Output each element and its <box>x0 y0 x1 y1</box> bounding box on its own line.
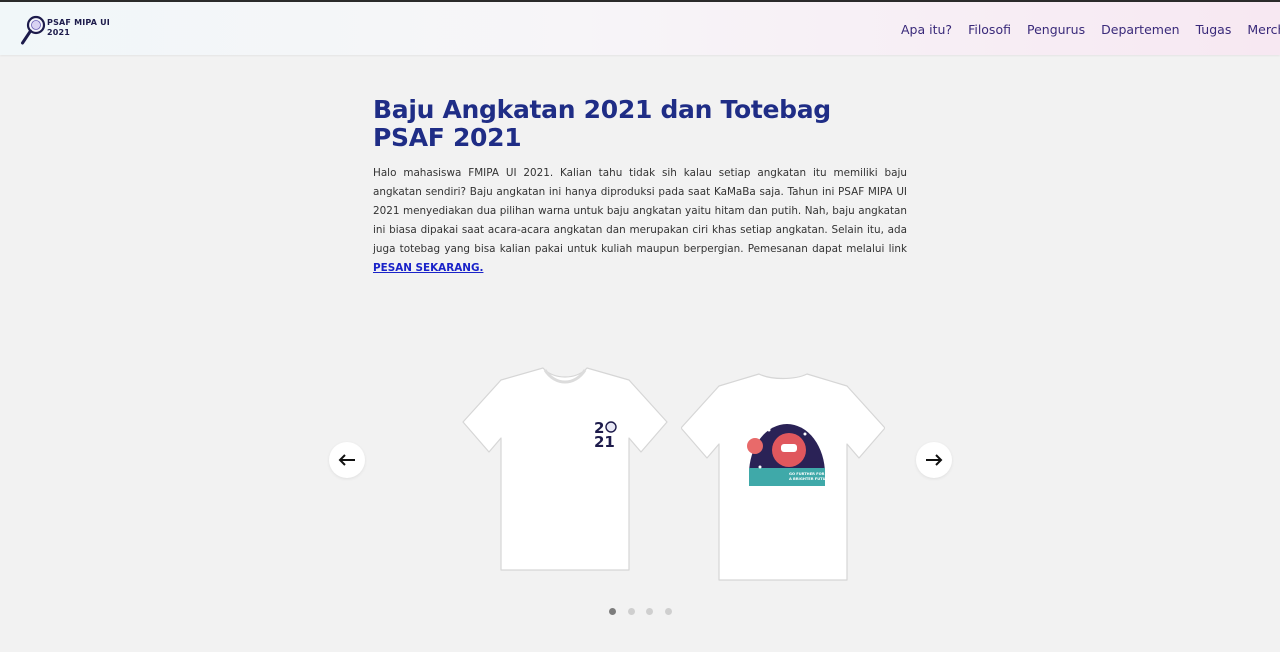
magnifier-logo-icon <box>21 15 46 45</box>
arrow-right-icon <box>926 454 943 466</box>
nav-tugas[interactable]: Tugas <box>1196 22 1232 37</box>
tshirt-front-image: 2 21 <box>462 367 668 571</box>
nav-filosofi[interactable]: Filosofi <box>968 22 1011 37</box>
front-print-bottom: 21 <box>594 433 615 451</box>
carousel-dot[interactable] <box>609 608 616 615</box>
carousel-dot[interactable] <box>664 608 672 615</box>
nav-pengurus[interactable]: Pengurus <box>1027 22 1085 37</box>
description-text: Halo mahasiswa FMIPA UI 2021. Kalian tah… <box>373 167 907 255</box>
nav-merch[interactable]: Merch <box>1247 22 1280 37</box>
brand-name: PSAF MIPA UI 2021 <box>47 18 110 38</box>
brand-name-line2: 2021 <box>47 28 71 37</box>
carousel-prev-button[interactable] <box>329 442 365 478</box>
navbar: PSAF MIPA UI 2021 Apa itu? Filosofi Pengur… <box>0 2 1280 55</box>
carousel-next-button[interactable] <box>916 442 952 478</box>
brand-logo[interactable]: PSAF MIPA UI 2021 <box>20 14 130 46</box>
nav-apa-itu[interactable]: Apa itu? <box>901 22 952 37</box>
product-carousel: 2 21 GO FURTHER FOR A BRIGHTER FUTURE <box>329 360 952 581</box>
tshirt-back-image: GO FURTHER FOR A BRIGHTER FUTURE <box>681 373 885 581</box>
back-print-line2: A BRIGHTER FUTURE <box>789 477 831 481</box>
carousel-indicators <box>609 602 683 615</box>
merch-section: Baju Angkatan 2021 dan Totebag PSAF 2021… <box>373 96 907 278</box>
carousel-dot[interactable] <box>646 608 653 615</box>
carousel-dot[interactable] <box>627 608 635 615</box>
merch-description: Halo mahasiswa FMIPA UI 2021. Kalian tah… <box>373 164 907 278</box>
brand-name-line1: PSAF MIPA UI <box>47 18 110 27</box>
nav-departemen[interactable]: Departemen <box>1101 22 1179 37</box>
order-now-link[interactable]: PESAN SEKARANG. <box>373 262 483 274</box>
back-print-line1: GO FURTHER FOR <box>789 472 825 476</box>
main-nav: Apa itu? Filosofi Pengurus Departemen Tugas M… <box>901 21 1280 39</box>
arrow-left-icon <box>338 454 355 466</box>
page-title: Baju Angkatan 2021 dan Totebag PSAF 2021 <box>373 95 831 152</box>
